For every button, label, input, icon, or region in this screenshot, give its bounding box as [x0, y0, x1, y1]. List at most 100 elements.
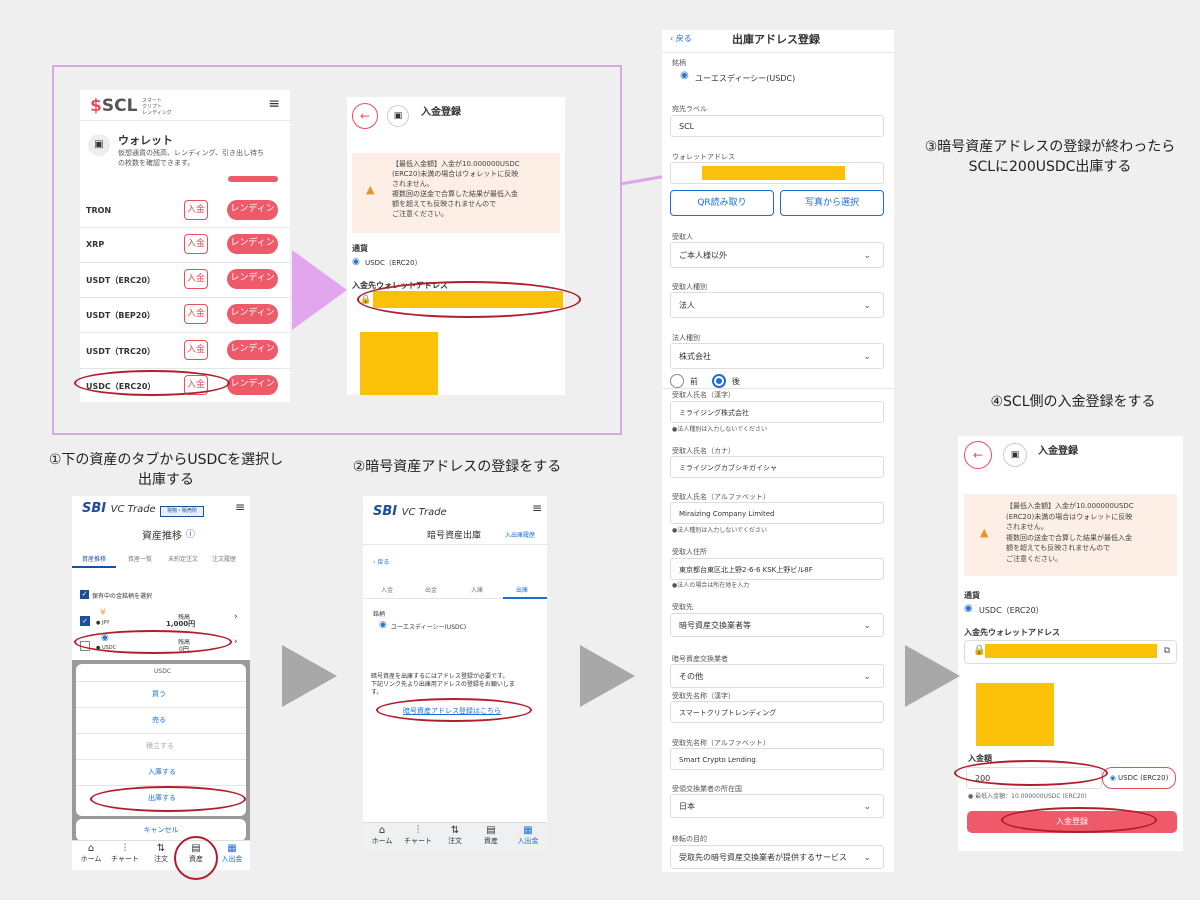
checkbox[interactable]: ✓	[80, 590, 89, 599]
corp-type-select[interactable]: 株式会社 ⌄	[670, 343, 884, 369]
pink-arrow-right	[292, 250, 347, 330]
purpose-select[interactable]: 受取先の暗号資産交換業者が提供するサービス ⌄	[670, 845, 884, 869]
country-select[interactable]: 日本 ⌄	[670, 794, 884, 818]
tab-asset-trend[interactable]: 資産推移	[82, 554, 106, 563]
usdc-icon: ◉	[1109, 774, 1116, 782]
dest-label-input[interactable]: SCL	[670, 115, 884, 137]
deposit-button[interactable]: 入金	[184, 200, 208, 220]
recv-name-kanji-label: 受取先名称（漢字）	[672, 692, 735, 700]
back-icon[interactable]: ←	[964, 441, 992, 469]
recipient-type-select[interactable]: 法人 ⌄	[670, 292, 884, 318]
tab-order[interactable]: ⇅ 注文	[440, 825, 470, 846]
wallet-icon: ▣	[387, 105, 409, 127]
radio-after[interactable]	[712, 374, 726, 388]
name-alpha-note: ●法人種別は入力しないでください	[672, 527, 768, 534]
currency-value: USDC（ERC20）	[365, 259, 422, 267]
sbi-asset-screen: SBI VC Trade 現物・販売所 ≡ 資産推移 ⓘ 資産推移 資産一覧 未…	[72, 496, 250, 870]
back-link[interactable]: ‹ 戻る	[373, 557, 389, 566]
radio-before[interactable]	[670, 374, 684, 388]
qr-scan-button[interactable]: QR読み取り	[670, 190, 774, 216]
tab-order[interactable]: ⇅ 注文	[146, 843, 176, 864]
currency-value: USDC（ERC20）	[979, 606, 1044, 615]
photo-select-button[interactable]: 写真から選択	[780, 190, 884, 216]
deposit-icon: ▦	[523, 825, 533, 836]
lending-button[interactable]: レンディング	[227, 200, 278, 232]
tab-assets[interactable]: ▤ 資産	[476, 825, 506, 846]
brand-label: 銘柄	[373, 611, 386, 618]
sheet-sell[interactable]: 売る	[152, 715, 166, 725]
address-redacted	[985, 644, 1157, 658]
warning-icon: ▲	[366, 183, 375, 196]
warning-text: 【最低入金額】入金が10.000000USDC (ERC20)未満の場合はウォレッ…	[392, 160, 520, 218]
address-field[interactable]: 🔒 ⧉	[964, 640, 1177, 664]
deposit-button[interactable]: 入金	[184, 269, 208, 289]
coin-name: USDT（ERC20）	[86, 276, 155, 285]
corp-type-label: 法人種別	[672, 334, 700, 342]
recipient-label: 受取人	[672, 233, 693, 241]
tab-order-history[interactable]: 注文履歴	[212, 554, 236, 563]
address-input[interactable]: 東京都台東区北上野2-6-6 KSK上野ビル8F	[670, 558, 884, 580]
name-kana-input[interactable]: ミライジングカブシキガイシャ	[670, 456, 884, 478]
mode-badge[interactable]: 現物・販売所	[160, 506, 204, 517]
tab-crypto-in[interactable]: 入庫	[471, 585, 483, 594]
sheet-deposit[interactable]: 入庫する	[148, 767, 176, 777]
checkbox-label: 保有中の金銘柄を選択	[92, 593, 153, 600]
recipient-type-label: 受取人種別	[672, 283, 707, 291]
deposit-button[interactable]: 入金	[184, 234, 208, 254]
name-alpha-input[interactable]: Miraizing Company Limited	[670, 502, 884, 524]
lending-button[interactable]: レンディング	[227, 375, 278, 402]
jpy-checkbox[interactable]: ✓	[80, 616, 90, 626]
hamburger-icon[interactable]: ≡	[235, 500, 245, 514]
recv-name-alpha-input[interactable]: Smart Crypto Lending	[670, 748, 884, 770]
scl-deposit-amount-screen: ← ▣ 入金登録 ▲ 【最低入金額】入金が10.000000USDC (ERC20…	[958, 436, 1183, 851]
tab-chart[interactable]: ⫶ チャート	[110, 843, 140, 864]
tab-crypto-out[interactable]: 出庫	[516, 585, 528, 594]
exchange-select[interactable]: その他 ⌄	[670, 664, 884, 688]
tab-asset-list[interactable]: 資産一覧	[128, 554, 152, 563]
highlight-oval	[376, 698, 532, 722]
tab-deposit[interactable]: 入金	[381, 585, 393, 594]
copy-icon[interactable]: ⧉	[1164, 646, 1170, 656]
hamburger-icon[interactable]: ≡	[268, 96, 280, 112]
back-link[interactable]: ‹ 戻る	[670, 33, 692, 44]
usdc-icon: ◉	[964, 603, 973, 614]
help-icon[interactable]: ⓘ	[186, 527, 195, 540]
warning-box: ▲ 【最低入金額】入金が10.000000USDC (ERC20)未満の場合はウォ…	[352, 153, 560, 233]
back-icon[interactable]: ←	[352, 103, 378, 129]
history-link[interactable]: 入出庫履歴	[505, 530, 535, 539]
lending-button[interactable]: レンディング	[227, 234, 278, 266]
tab-chart[interactable]: ⫶ チャート	[403, 825, 433, 846]
sheet-buy[interactable]: 買う	[152, 689, 166, 699]
lending-button[interactable]: レンディング	[227, 340, 278, 372]
hamburger-icon[interactable]: ≡	[532, 501, 542, 515]
tab-open-orders[interactable]: 未約定注文	[168, 554, 198, 563]
qr-redacted	[976, 683, 1054, 746]
recipient-select[interactable]: ご本人様以外 ⌄	[670, 242, 884, 268]
chevron-down-icon: ⌄	[863, 853, 871, 863]
deposit-button[interactable]: 入金	[184, 340, 208, 360]
bottom-tabbar: ⌂ ホーム ⫶ チャート ⇅ 注文 ▤ 資産 ▦ 入出金	[363, 822, 547, 852]
name-kanji-input[interactable]: ミライジング株式会社	[670, 401, 884, 423]
purpose-label: 移転の目的	[672, 835, 707, 843]
chart-icon: ⫶	[416, 825, 420, 836]
lending-button[interactable]: レンディング	[227, 304, 278, 336]
step1-caption: ①下の資産のタブからUSDCを選択し 出庫する	[48, 452, 284, 488]
recv-name-kanji-input[interactable]: スマートクリプトレンディング	[670, 701, 884, 723]
sbi-logo: SBI VC Trade	[82, 501, 156, 516]
chevron-down-icon: ⌄	[863, 802, 871, 812]
tab-home[interactable]: ⌂ ホーム	[76, 843, 106, 864]
scl-wallet-screen: $SCL スマート クリプト レンディング ≡ ▣ ウォレット 仮想通貨の残高、レン…	[80, 90, 290, 402]
tab-home[interactable]: ⌂ ホーム	[367, 825, 397, 846]
lending-button[interactable]: レンディング	[227, 269, 278, 301]
chevron-right-icon[interactable]: ›	[234, 612, 238, 622]
tab-withdraw[interactable]: 出金	[425, 585, 437, 594]
tab-deposit-withdraw[interactable]: ▦ 入出金	[217, 843, 247, 864]
dest-select[interactable]: 暗号資産交換業者等 ⌄	[670, 613, 884, 637]
chevron-right-icon[interactable]: ›	[234, 637, 238, 647]
deposit-button[interactable]: 入金	[184, 304, 208, 324]
cancel-button[interactable]: キャンセル	[76, 819, 246, 841]
tab-deposit-withdraw[interactable]: ▦ 入出金	[513, 825, 543, 846]
dest-label-label: 宛先ラベル	[672, 105, 707, 113]
sheet-accumulate[interactable]: 積立する	[146, 741, 174, 751]
radio-after-label: 後	[732, 377, 740, 386]
